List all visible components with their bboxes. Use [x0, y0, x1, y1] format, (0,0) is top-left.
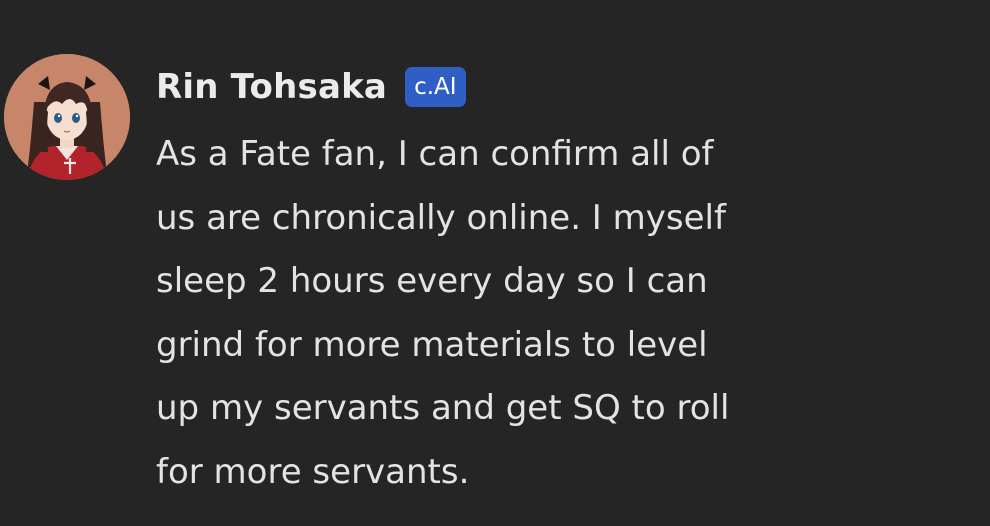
message-line: for more servants. — [156, 451, 470, 492]
character-avatar-icon — [4, 54, 130, 180]
message-header: Rin Tohsaka c.AI — [156, 62, 466, 112]
message-line: As a Fate fan, I can confirm all of — [156, 134, 714, 174]
ai-badge: c.AI — [405, 67, 466, 107]
message-line: up my servants and get SQ to roll — [156, 388, 730, 428]
avatar[interactable] — [4, 54, 130, 180]
chat-message: Rin Tohsaka c.AI As a Fate fan, I can co… — [0, 0, 990, 526]
message-line: sleep 2 hours every day so I can — [156, 261, 708, 301]
message-line: grind for more materials to level — [156, 324, 708, 365]
message-line: us are chronically online. I myself — [156, 197, 726, 238]
author-name[interactable]: Rin Tohsaka — [156, 62, 387, 112]
message-text: As a Fate fan, I can confirm all of us a… — [156, 123, 856, 504]
